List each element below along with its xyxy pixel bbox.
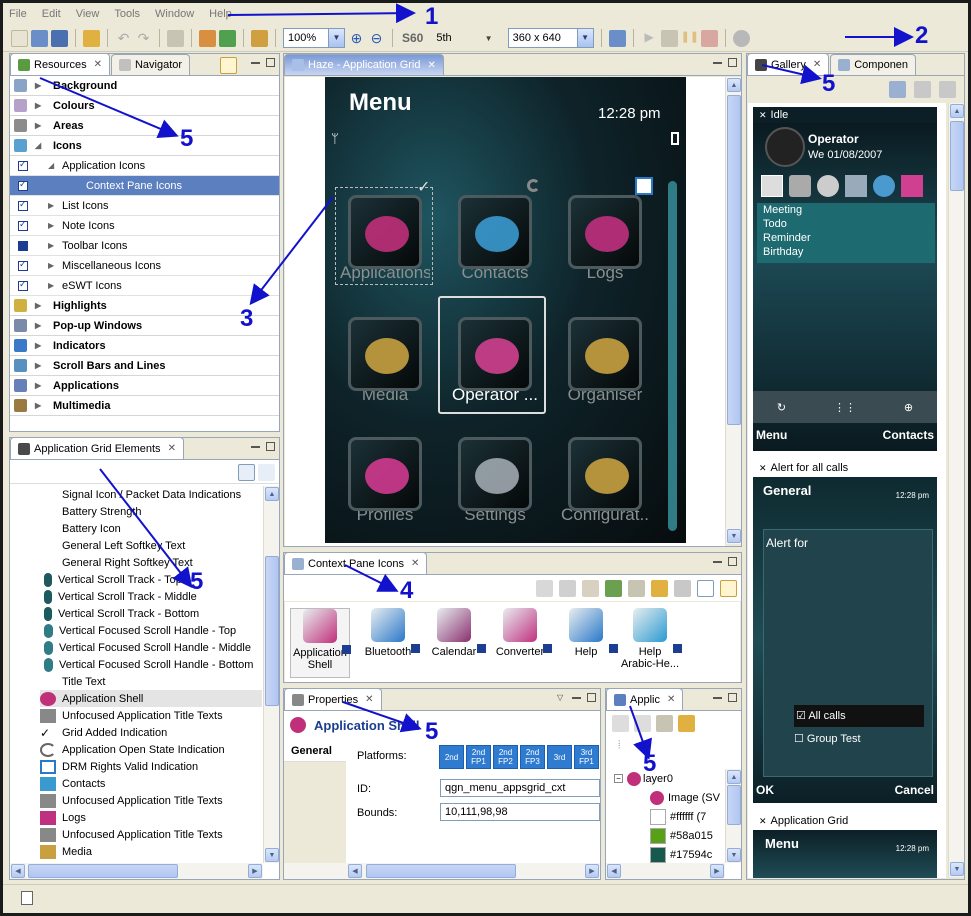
arrow-5e	[761, 64, 822, 85]
annotation-arrows	[39, 3, 914, 760]
annotation-5: 5	[180, 125, 194, 152]
arrow-5b	[99, 468, 193, 589]
annotation-5: 5	[425, 718, 439, 745]
annotation-2: 2	[915, 22, 929, 49]
annotation-4: 4	[400, 577, 414, 604]
arrow-5a	[39, 77, 179, 138]
arrow-3	[249, 196, 334, 306]
arrow-1	[227, 3, 416, 24]
annotation-3: 3	[240, 305, 254, 332]
arrow-5d	[629, 705, 652, 760]
annotation-1: 1	[425, 3, 439, 30]
annotation-5: 5	[190, 568, 204, 595]
annotation-5: 5	[822, 70, 836, 97]
arrow-5c	[342, 701, 422, 733]
annotation-5: 5	[643, 750, 657, 777]
arrow-4	[344, 564, 399, 592]
